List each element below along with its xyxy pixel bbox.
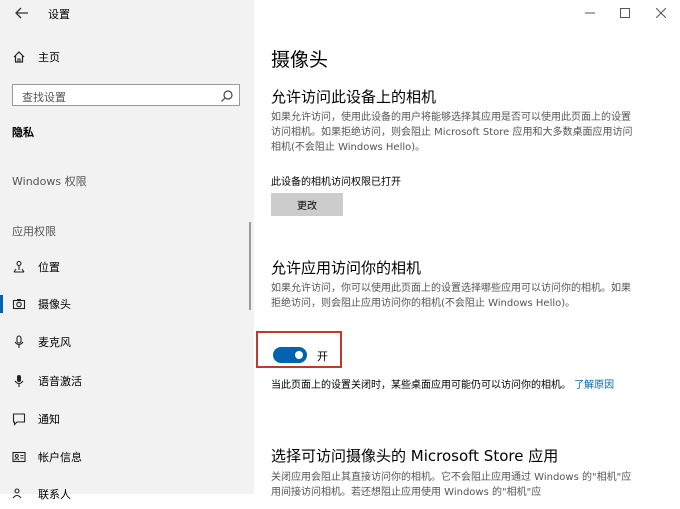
section-desc-device-access: 如果允许访问，使用此设备的用户将能够选择其应用是否可以使用此页面上的设置访问相机… — [271, 112, 633, 153]
sidebar-item-label: 语音激活 — [38, 375, 82, 388]
sidebar-item-label: 摄像头 — [38, 298, 71, 311]
sidebar-scrollbar[interactable] — [249, 222, 251, 310]
minimize-icon[interactable] — [578, 5, 602, 21]
microphone-icon — [11, 334, 27, 350]
toggle-knob — [295, 351, 303, 359]
group-windows-permissions: Windows 权限 — [12, 175, 87, 188]
location-icon — [11, 259, 27, 275]
app-title: 设置 — [48, 8, 70, 21]
sidebar: 设置 主页 查找设置 隐私 Windows 权限 应用权限 位置 摄像头 麦克风 — [0, 0, 254, 501]
search-placeholder: 查找设置 — [22, 91, 66, 104]
sidebar-item-label: 通知 — [38, 413, 60, 426]
desktop-apps-note: 当此页面上的设置关闭时，某些桌面应用可能仍可以访问你的相机。 了解原因 — [271, 378, 641, 394]
change-button[interactable]: 更改 — [271, 193, 343, 216]
device-access-status: 此设备的相机访问权限已打开 — [271, 177, 401, 188]
notification-icon — [11, 411, 27, 427]
sidebar-item-account-info[interactable]: 帐户信息 — [0, 442, 254, 472]
section-heading-app-access: 允许应用访问你的相机 — [271, 259, 422, 277]
sidebar-item-location[interactable]: 位置 — [0, 252, 254, 282]
note-text: 当此页面上的设置关闭时，某些桌面应用可能仍可以访问你的相机。 — [271, 380, 571, 391]
home-icon — [11, 49, 27, 65]
group-app-permissions: 应用权限 — [12, 225, 56, 238]
sidebar-item-label: 位置 — [38, 261, 60, 274]
contacts-icon — [11, 486, 27, 502]
account-info-icon — [11, 449, 27, 465]
sidebar-item-notifications[interactable]: 通知 — [0, 404, 254, 434]
sidebar-item-label: 帐户信息 — [38, 451, 82, 464]
sidebar-item-camera[interactable]: 摄像头 — [0, 289, 254, 319]
back-arrow-icon[interactable] — [12, 4, 32, 22]
section-heading-store-apps: 选择可访问摄像头的 Microsoft Store 应用 — [271, 447, 559, 465]
sidebar-item-label: 联系人 — [38, 488, 71, 501]
voice-activation-icon — [11, 373, 27, 389]
section-desc-app-access: 如果允许访问，你可以使用此页面上的设置选择哪些应用可以访问你的相机。如果拒绝访问… — [271, 283, 631, 309]
sidebar-item-label: 主页 — [38, 51, 60, 64]
maximize-icon[interactable] — [613, 5, 637, 21]
sidebar-item-home[interactable]: 主页 — [0, 42, 254, 72]
sidebar-item-voice-activation[interactable]: 语音激活 — [0, 366, 254, 396]
sidebar-item-label: 麦克风 — [38, 336, 71, 349]
section-desc-store-apps: 关闭应用会阻止其直接访问你的相机。它不会阻止应用通过 Windows 的"相机"… — [271, 472, 632, 498]
section-privacy: 隐私 — [12, 126, 34, 139]
search-input[interactable]: 查找设置 — [12, 84, 240, 106]
app-access-toggle[interactable] — [273, 347, 307, 363]
sidebar-item-microphone[interactable]: 麦克风 — [0, 327, 254, 357]
section-heading-device-access: 允许访问此设备上的相机 — [271, 88, 437, 106]
toggle-state-label: 开 — [317, 350, 328, 363]
learn-more-link[interactable]: 了解原因 — [574, 380, 614, 391]
main-content: 摄像头 允许访问此设备上的相机 如果允许访问，使用此设备的用户将能够选择其应用是… — [254, 0, 680, 498]
camera-icon — [11, 296, 27, 312]
search-icon[interactable] — [220, 88, 234, 102]
close-icon[interactable] — [649, 5, 673, 21]
sidebar-item-contacts[interactable]: 联系人 — [0, 479, 254, 509]
page-title: 摄像头 — [271, 49, 329, 71]
